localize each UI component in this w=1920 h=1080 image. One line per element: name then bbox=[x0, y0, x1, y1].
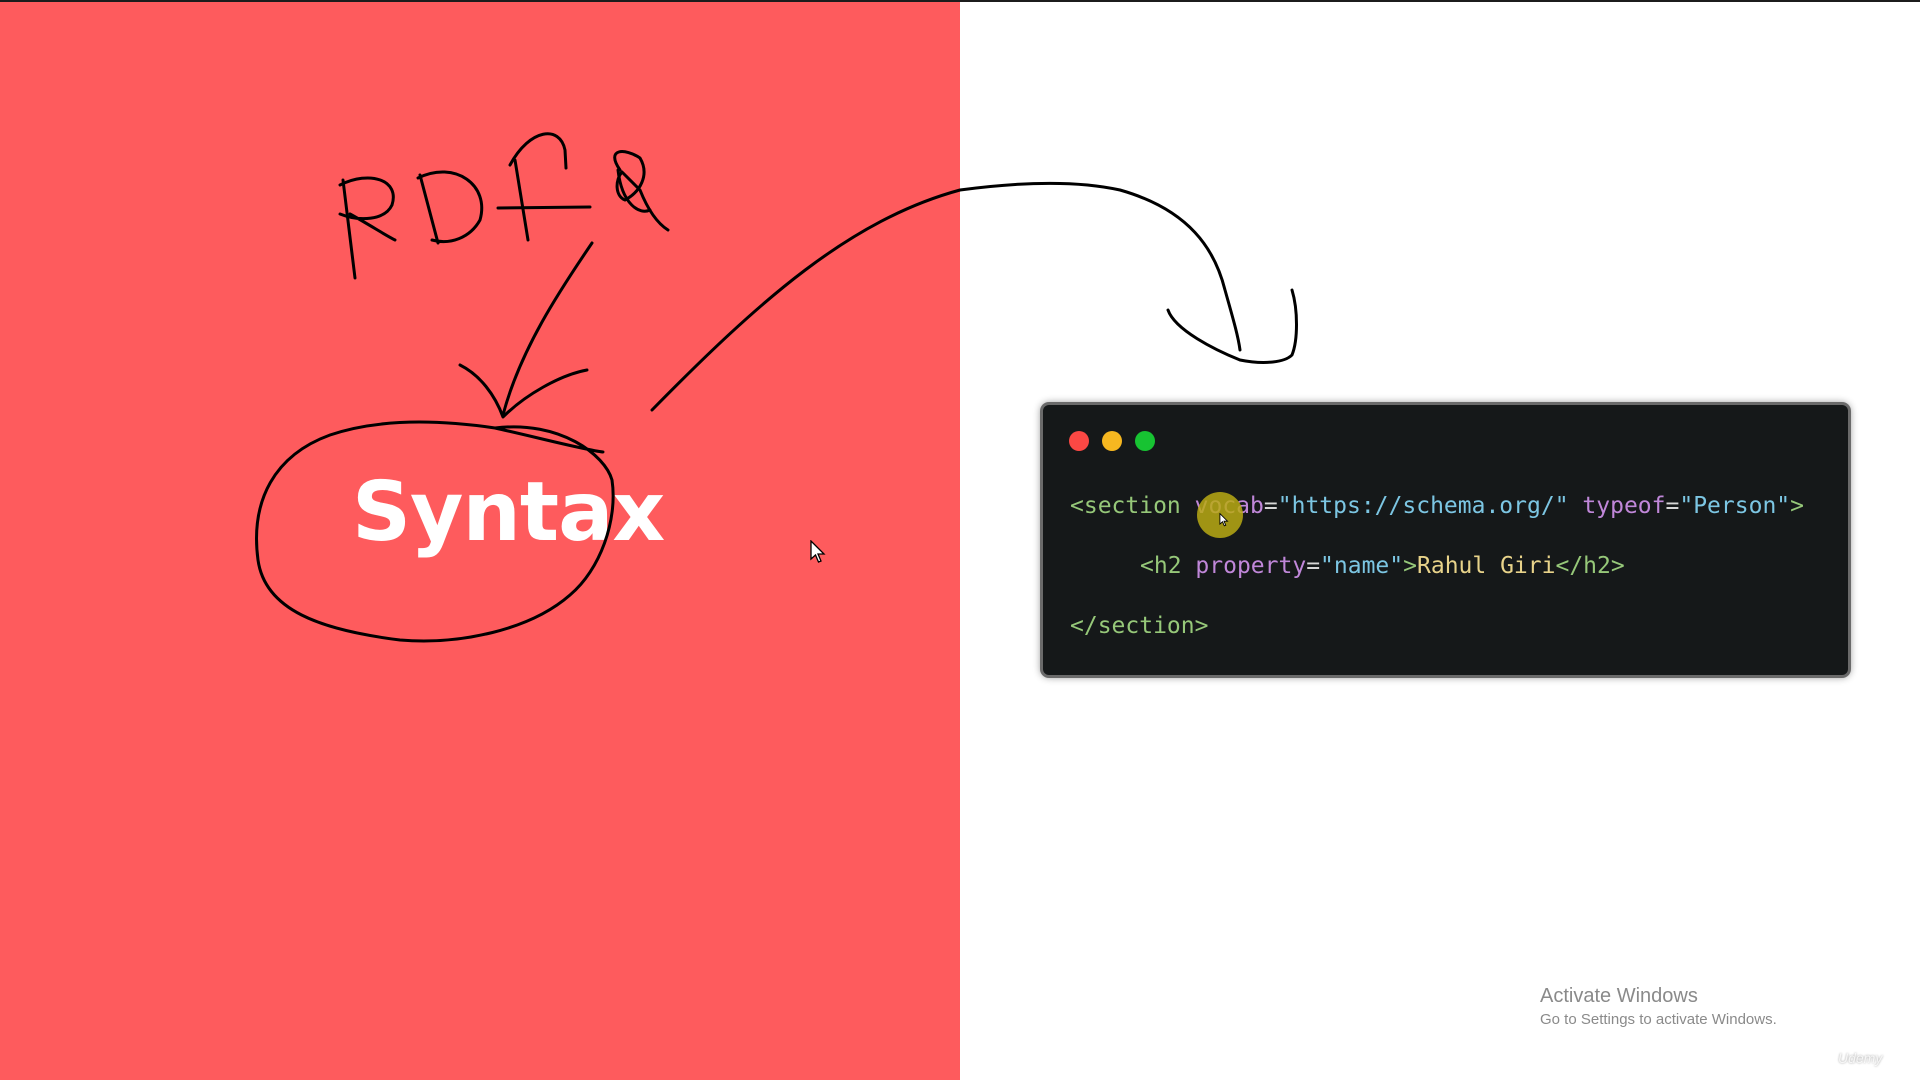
highlight-cursor-icon bbox=[1219, 513, 1229, 527]
arrow-to-syntax bbox=[458, 241, 594, 419]
handwriting-annotations bbox=[255, 132, 1298, 643]
udemy-watermark: Udemy bbox=[1838, 1050, 1883, 1066]
handwritten-rdfa bbox=[338, 132, 670, 280]
activate-windows-title: Activate Windows bbox=[1540, 985, 1698, 1007]
activate-windows-subtitle: Go to Settings to activate Windows. bbox=[1540, 1011, 1777, 1028]
mouse-cursor-icon bbox=[810, 540, 826, 563]
circle-around-syntax bbox=[255, 420, 615, 643]
arrow-to-code bbox=[650, 181, 1298, 412]
